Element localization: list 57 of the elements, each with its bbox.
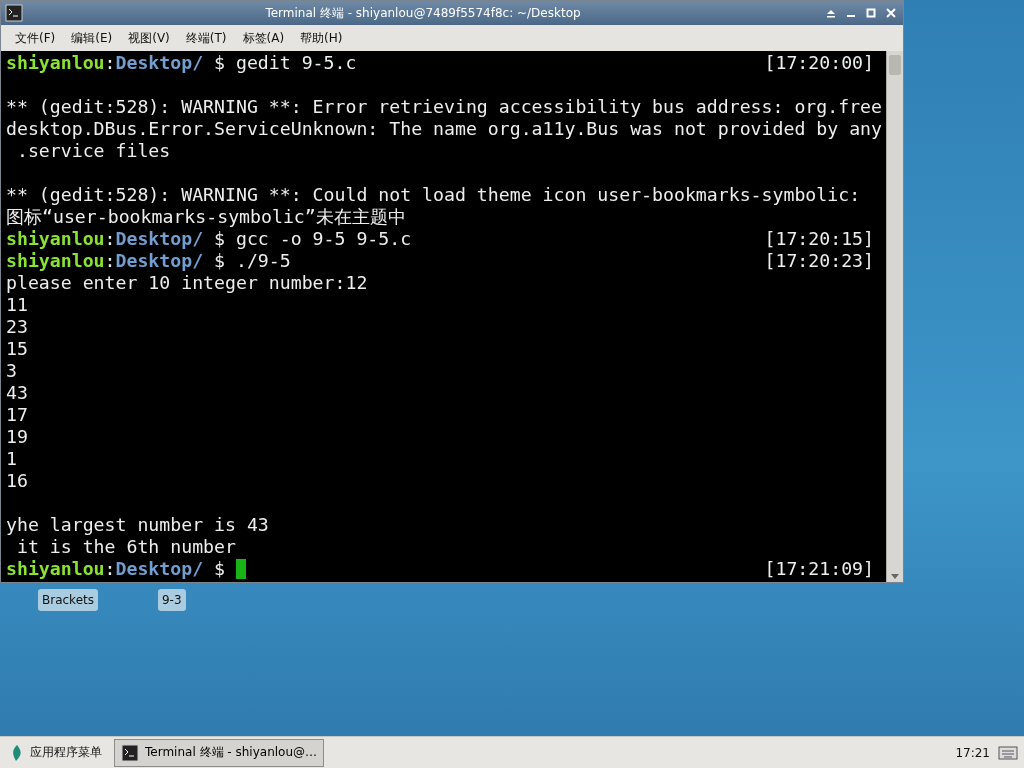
desktop-icon-label[interactable]: 9-3 xyxy=(158,589,186,611)
prompt-user: shiyanlou xyxy=(6,228,105,250)
output-line: 3 xyxy=(6,360,17,382)
output-line: 16 xyxy=(6,470,28,492)
output-line: 17 xyxy=(6,404,28,426)
maximize-icon[interactable] xyxy=(866,8,876,18)
timestamp: [17:20:23] xyxy=(764,250,874,272)
taskbar-task[interactable]: Terminal 终端 - shiyanlou@… xyxy=(114,738,325,767)
scrollbar-thumb[interactable] xyxy=(889,55,901,75)
output-line: 11 xyxy=(6,294,28,316)
prompt-user: shiyanlou xyxy=(6,250,105,272)
timestamp: [17:20:00] xyxy=(764,52,874,74)
close-icon[interactable] xyxy=(886,8,896,18)
prompt-path: Desktop/ xyxy=(115,228,204,250)
prompt-separator: : xyxy=(104,250,116,272)
output-line: 15 xyxy=(6,338,28,360)
output-line: please enter 10 integer number:12 xyxy=(6,272,368,294)
output-line: 图标“user-bookmarks-symbolic”未在主题中 xyxy=(6,206,406,228)
prompt-path: Desktop/ xyxy=(115,558,204,580)
output-line: .service files xyxy=(15,140,171,162)
menu-item[interactable]: 帮助(H) xyxy=(292,29,351,47)
prompt-path: Desktop/ xyxy=(115,52,204,74)
prompt-separator: : xyxy=(104,52,116,74)
prompt-user: shiyanlou xyxy=(6,52,105,74)
window-title: Terminal 终端 - shiyanlou@7489f5574f8c: ~/Desktop xyxy=(264,4,582,22)
output-line: it is the 6th number xyxy=(15,536,236,558)
prompt-separator: : xyxy=(104,228,116,250)
output-line: ** (gedit:528): WARNING **: Error retrieving accessibility bus address: org.free xyxy=(6,96,882,118)
clock: 17:21 xyxy=(955,745,990,760)
output-line: ** (gedit:528): WARNING **: Could not load theme icon user-bookmarks-symbolic: xyxy=(6,184,861,206)
menu-item[interactable]: 终端(T) xyxy=(177,29,235,47)
terminal-icon xyxy=(121,743,139,762)
output-line: 23 xyxy=(6,316,28,338)
output-line: yhe largest number is 43 xyxy=(6,514,269,536)
applications-menu[interactable]: 应用程序菜单 xyxy=(6,743,106,762)
output-line: 19 xyxy=(6,426,28,448)
terminal-icon[interactable] xyxy=(5,4,23,22)
command-text: $ gcc -o 9-5 9-5.c xyxy=(213,228,412,250)
command-text: $ ./9-5 xyxy=(213,250,291,272)
menu-item[interactable]: 编辑(E) xyxy=(63,29,121,47)
menu-item[interactable]: 文件(F) xyxy=(7,29,64,47)
output-line: 1 xyxy=(6,448,17,470)
command-text: $ gedit 9-5.c xyxy=(213,52,357,74)
command-text: $ xyxy=(213,558,227,580)
timestamp: [17:20:15] xyxy=(764,228,874,250)
desktop-icon-label[interactable]: Brackets xyxy=(38,589,98,611)
menu-item[interactable]: 视图(V) xyxy=(120,29,178,47)
scrollbar[interactable] xyxy=(886,51,903,582)
prompt-path: Desktop/ xyxy=(115,250,204,272)
prompt-separator: : xyxy=(104,558,116,580)
shade-icon[interactable] xyxy=(826,8,836,18)
prompt-user: shiyanlou xyxy=(6,558,105,580)
output-line: desktop.DBus.Error.ServiceUnknown: The name org.a11y.Bus was not provided by any xyxy=(6,118,882,140)
leaf-icon xyxy=(10,743,24,762)
output-line: 43 xyxy=(6,382,28,404)
timestamp: [17:21:09] xyxy=(764,558,874,580)
menu-item[interactable]: 标签(A) xyxy=(234,29,293,47)
